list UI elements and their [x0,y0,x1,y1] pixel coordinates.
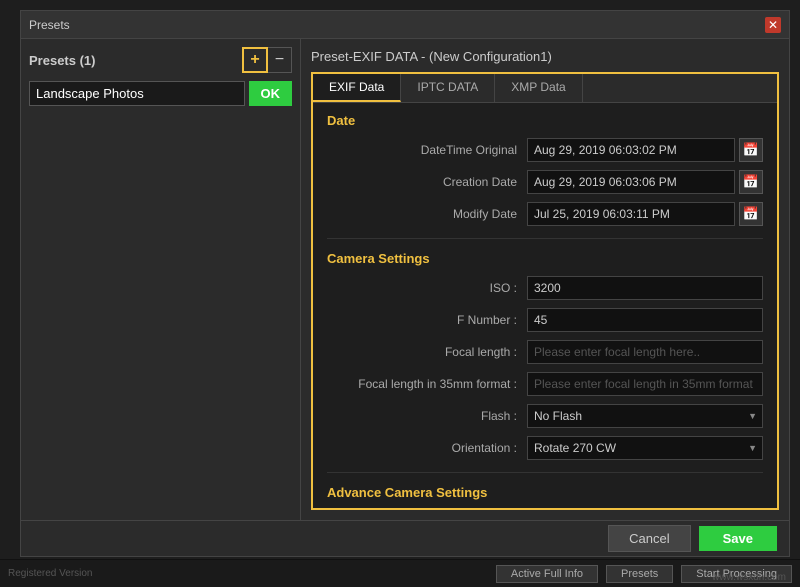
focal-length-35-wrap [527,372,763,396]
iso-wrap [527,276,763,300]
registered-label: Registered Version [8,568,488,579]
preset-buttons: + − [242,47,292,73]
modify-date-calendar[interactable]: 📅 [739,202,763,226]
tab-xmp-data[interactable]: XMP Data [495,74,582,102]
exif-content: Date DateTime Original 📅 Creation Date [313,103,777,508]
modal-dialog: Presets ✕ Presets (1) + − OK [20,10,790,557]
orientation-select-wrap: Normal Rotate 90 CW Rotate 180 Rotate 27… [527,436,763,460]
preset-remove-button[interactable]: − [268,47,292,73]
right-panel: Preset-EXIF DATA - (New Configuration1) … [301,39,789,520]
datetime-original-calendar[interactable]: 📅 [739,138,763,162]
modal-footer: Cancel Save [21,520,789,556]
flash-wrap: No Flash Flash Auto Flash [527,404,763,428]
section-divider-1 [327,238,763,239]
exif-container: EXIF Data IPTC DATA XMP Data Date DateTi… [311,72,779,510]
flash-select-wrap: No Flash Flash Auto Flash [527,404,763,428]
flash-label: Flash : [327,409,527,423]
modify-date-wrap: 📅 [527,202,763,226]
preset-ok-button[interactable]: OK [249,81,293,106]
presets-title: Presets (1) [29,53,95,68]
modify-date-label: Modify Date [327,207,527,221]
focal-length-wrap [527,340,763,364]
creation-date-row: Creation Date 📅 [327,170,763,194]
focal-length-35-label: Focal length in 35mm format : [327,377,527,391]
modify-date-input[interactable] [527,202,735,226]
preset-add-button[interactable]: + [242,47,268,73]
orientation-row: Orientation : Normal Rotate 90 CW Rotate… [327,436,763,460]
modal-header-title: Presets [29,18,70,32]
app-bottombar: Registered Version Active Full Info Pres… [0,559,800,587]
cancel-button[interactable]: Cancel [608,525,690,552]
tab-iptc-data[interactable]: IPTC DATA [401,74,495,102]
modify-date-row: Modify Date 📅 [327,202,763,226]
date-section-title: Date [327,113,763,128]
preset-name-input[interactable] [29,81,245,106]
orientation-select[interactable]: Normal Rotate 90 CW Rotate 180 Rotate 27… [527,436,763,460]
iso-label: ISO : [327,281,527,295]
fnumber-label: F Number : [327,313,527,327]
preset-input-row: OK [29,81,292,106]
active-full-info-button[interactable]: Active Full Info [496,565,598,583]
flash-select[interactable]: No Flash Flash Auto Flash [527,404,763,428]
camera-section-title: Camera Settings [327,251,763,266]
presets-panel: Presets (1) + − OK [21,39,301,520]
focal-length-label: Focal length : [327,345,527,359]
focal-length-row: Focal length : [327,340,763,364]
watermark: www.wsxdn.com [712,572,786,583]
iso-input[interactable] [527,276,763,300]
advance-section-title: Advance Camera Settings [327,485,763,500]
flash-row: Flash : No Flash Flash Auto Flash [327,404,763,428]
modal-close-button[interactable]: ✕ [765,17,781,33]
tab-exif-data[interactable]: EXIF Data [313,74,401,102]
datetime-original-label: DateTime Original [327,143,527,157]
main-area: Presets ✕ Presets (1) + − OK [0,32,800,587]
iso-row: ISO : [327,276,763,300]
orientation-wrap: Normal Rotate 90 CW Rotate 180 Rotate 27… [527,436,763,460]
orientation-label: Orientation : [327,441,527,455]
fnumber-input[interactable] [527,308,763,332]
datetime-original-wrap: 📅 [527,138,763,162]
focal-length-input[interactable] [527,340,763,364]
modal-header: Presets ✕ [21,11,789,39]
focal-length-35-row: Focal length in 35mm format : [327,372,763,396]
section-divider-2 [327,472,763,473]
creation-date-wrap: 📅 [527,170,763,194]
creation-date-calendar[interactable]: 📅 [739,170,763,194]
fnumber-row: F Number : [327,308,763,332]
creation-date-input[interactable] [527,170,735,194]
datetime-original-input[interactable] [527,138,735,162]
fnumber-wrap [527,308,763,332]
creation-date-label: Creation Date [327,175,527,189]
focal-length-35-input[interactable] [527,372,763,396]
save-button[interactable]: Save [699,526,777,551]
tabs-bar: EXIF Data IPTC DATA XMP Data [313,74,777,103]
presets-button[interactable]: Presets [606,565,673,583]
presets-header: Presets (1) + − [29,47,292,73]
modal-body: Presets (1) + − OK Preset-EXIF DATA - (N… [21,39,789,520]
datetime-original-row: DateTime Original 📅 [327,138,763,162]
right-panel-title: Preset-EXIF DATA - (New Configuration1) [311,49,779,64]
